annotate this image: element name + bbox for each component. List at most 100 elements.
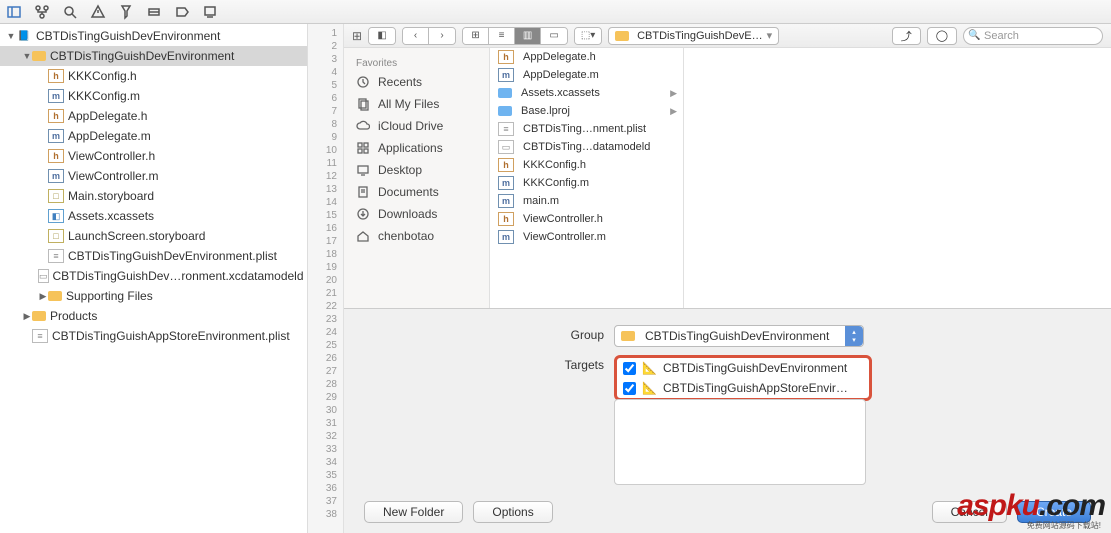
m-icon: m [48,129,64,143]
tree-row[interactable]: mViewController.m [0,166,307,186]
favorite-files[interactable]: All My Files [344,93,489,115]
targets-list-area[interactable] [614,399,866,485]
favorite-doc[interactable]: Documents [344,181,489,203]
tree-label: CBTDisTingGuishDevEnvironment.plist [68,249,277,263]
options-button[interactable]: Options [473,501,552,523]
source-control-icon[interactable] [34,4,50,20]
column-row[interactable]: hAppDelegate.h [490,48,683,66]
share-button[interactable]: ⤴ [892,27,921,45]
forward-button: › [429,28,455,44]
finder-toolbar: ⊞ ◧ ‹› ⊞≡▥▭ ⬚▾ CBTDisTingGuishDevE… ▾ ⤴ … [344,24,1111,48]
m-icon: m [48,89,64,103]
project-navigator[interactable]: ▼📘CBTDisTingGuishDevEnvironment▼CBTDisTi… [0,24,308,533]
search-field[interactable]: Search [963,27,1103,45]
favorite-cloud[interactable]: iCloud Drive [344,115,489,137]
plist-icon: ≡ [32,329,48,343]
finder-column[interactable]: hAppDelegate.hmAppDelegate.mAssets.xcass… [490,48,684,308]
report-icon[interactable] [202,4,218,20]
tree-row[interactable]: ▭CBTDisTingGuishDev…ronment.xcdatamodeld [0,266,307,286]
folder-icon [48,291,62,301]
column-row[interactable]: Base.lproj▶ [490,102,683,120]
plist-icon: ≡ [498,122,514,136]
group-select[interactable]: CBTDisTingGuishDevEnvironment ▴▾ [614,325,864,347]
arrange-seg[interactable]: ⬚▾ [574,27,602,45]
tree-row[interactable]: m AppDelegate.m [0,126,307,146]
sidebar-toggle-seg[interactable]: ◧ [368,27,396,45]
tree-row[interactable]: ▼📘CBTDisTingGuishDevEnvironment [0,26,307,46]
disclosure-icon[interactable]: ▼ [6,31,16,41]
tree-row[interactable]: hViewController.h [0,146,307,166]
favorite-download[interactable]: Downloads [344,203,489,225]
tree-row[interactable]: ≡CBTDisTingGuishAppStoreEnvironment.plis… [0,326,307,346]
column-row[interactable]: ≡CBTDisTing…nment.plist [490,120,683,138]
h-icon: h [48,109,64,123]
column-row[interactable]: mViewController.m [490,228,683,246]
folder-icon [498,106,512,116]
view-mode-seg[interactable]: ⊞≡▥▭ [462,27,568,45]
tree-row[interactable]: □Main.storyboard [0,186,307,206]
column-row[interactable]: hViewController.h [490,210,683,228]
target-row[interactable]: 📐CBTDisTingGuishDevEnvironment [617,358,869,378]
test-icon[interactable] [118,4,134,20]
tree-row[interactable]: ◧Assets.xcassets [0,206,307,226]
breakpoint-icon[interactable] [174,4,190,20]
project-navigator-icon[interactable] [6,4,22,20]
files-icon [356,97,370,111]
column-row[interactable]: mKKKConfig.m [490,174,683,192]
target-checkbox[interactable] [623,382,636,395]
xcode-navigator-tabs [0,0,1111,24]
tree-row[interactable]: □LaunchScreen.storyboard [0,226,307,246]
tree-label: AppDelegate.m [68,129,151,143]
tree-label: KKKConfig.h [68,69,137,83]
column-row[interactable]: mAppDelegate.m [490,66,683,84]
disclosure-icon[interactable]: ▶ [22,311,32,322]
disclosure-icon[interactable]: ▶ [38,291,48,302]
story-icon: □ [48,229,64,243]
tree-row[interactable]: ▼ CBTDisTingGuishDevEnvironment [0,46,307,66]
target-checkbox[interactable] [623,362,636,375]
new-folder-button[interactable]: New Folder [364,501,463,523]
issue-icon[interactable] [90,4,106,20]
stepper-icon[interactable]: ▴▾ [845,326,863,346]
tree-label: Main.storyboard [68,189,154,203]
tree-row[interactable]: ▶Products [0,306,307,326]
tree-row[interactable]: ▶Supporting Files [0,286,307,306]
h-icon: h [48,69,64,83]
column-row[interactable]: ▭CBTDisTing…datamodeld [490,138,683,156]
tree-row[interactable]: h KKKConfig.h [0,66,307,86]
path-control[interactable]: CBTDisTingGuishDevE… ▾ [608,27,779,45]
tree-label: KKKConfig.m [68,89,140,103]
apps-icon [356,141,370,155]
home-icon [356,229,370,243]
grid-icon[interactable]: ⊞ [352,29,362,43]
disclosure-icon[interactable]: ▼ [22,51,32,61]
favorite-home[interactable]: chenbotao [344,225,489,247]
tree-row[interactable]: ≡CBTDisTingGuishDevEnvironment.plist [0,246,307,266]
line-number-gutter: 1234567891011121314151617181920212223242… [308,24,344,533]
favorite-desktop[interactable]: Desktop [344,159,489,181]
favorite-clock[interactable]: Recents [344,71,489,93]
nav-seg[interactable]: ‹› [402,27,456,45]
h-icon: h [498,50,514,64]
folder-icon [615,31,629,41]
tree-label: CBTDisTingGuishDev…ronment.xcdatamodeld [53,269,304,283]
tree-row[interactable]: m KKKConfig.m [0,86,307,106]
debug-icon[interactable] [146,4,162,20]
column-row[interactable]: mmain.m [490,192,683,210]
favorite-apps[interactable]: Applications [344,137,489,159]
cloud-icon [356,119,370,133]
search-icon[interactable] [62,4,78,20]
back-button: ‹ [403,28,429,44]
folder-icon [32,51,46,61]
finder-preview [684,48,1111,308]
tree-label: CBTDisTingGuishDevEnvironment [50,49,234,63]
finder-sidebar[interactable]: Favorites RecentsAll My FilesiCloud Driv… [344,48,490,308]
column-row[interactable]: Assets.xcassets▶ [490,84,683,102]
column-row[interactable]: hKKKConfig.h [490,156,683,174]
tags-button[interactable]: ◯ [927,27,957,45]
clock-icon [356,75,370,89]
target-row[interactable]: 📐CBTDisTingGuishAppStoreEnvir… [617,378,869,398]
download-icon [356,207,370,221]
tree-row[interactable]: hAppDelegate.h [0,106,307,126]
doc-icon [356,185,370,199]
